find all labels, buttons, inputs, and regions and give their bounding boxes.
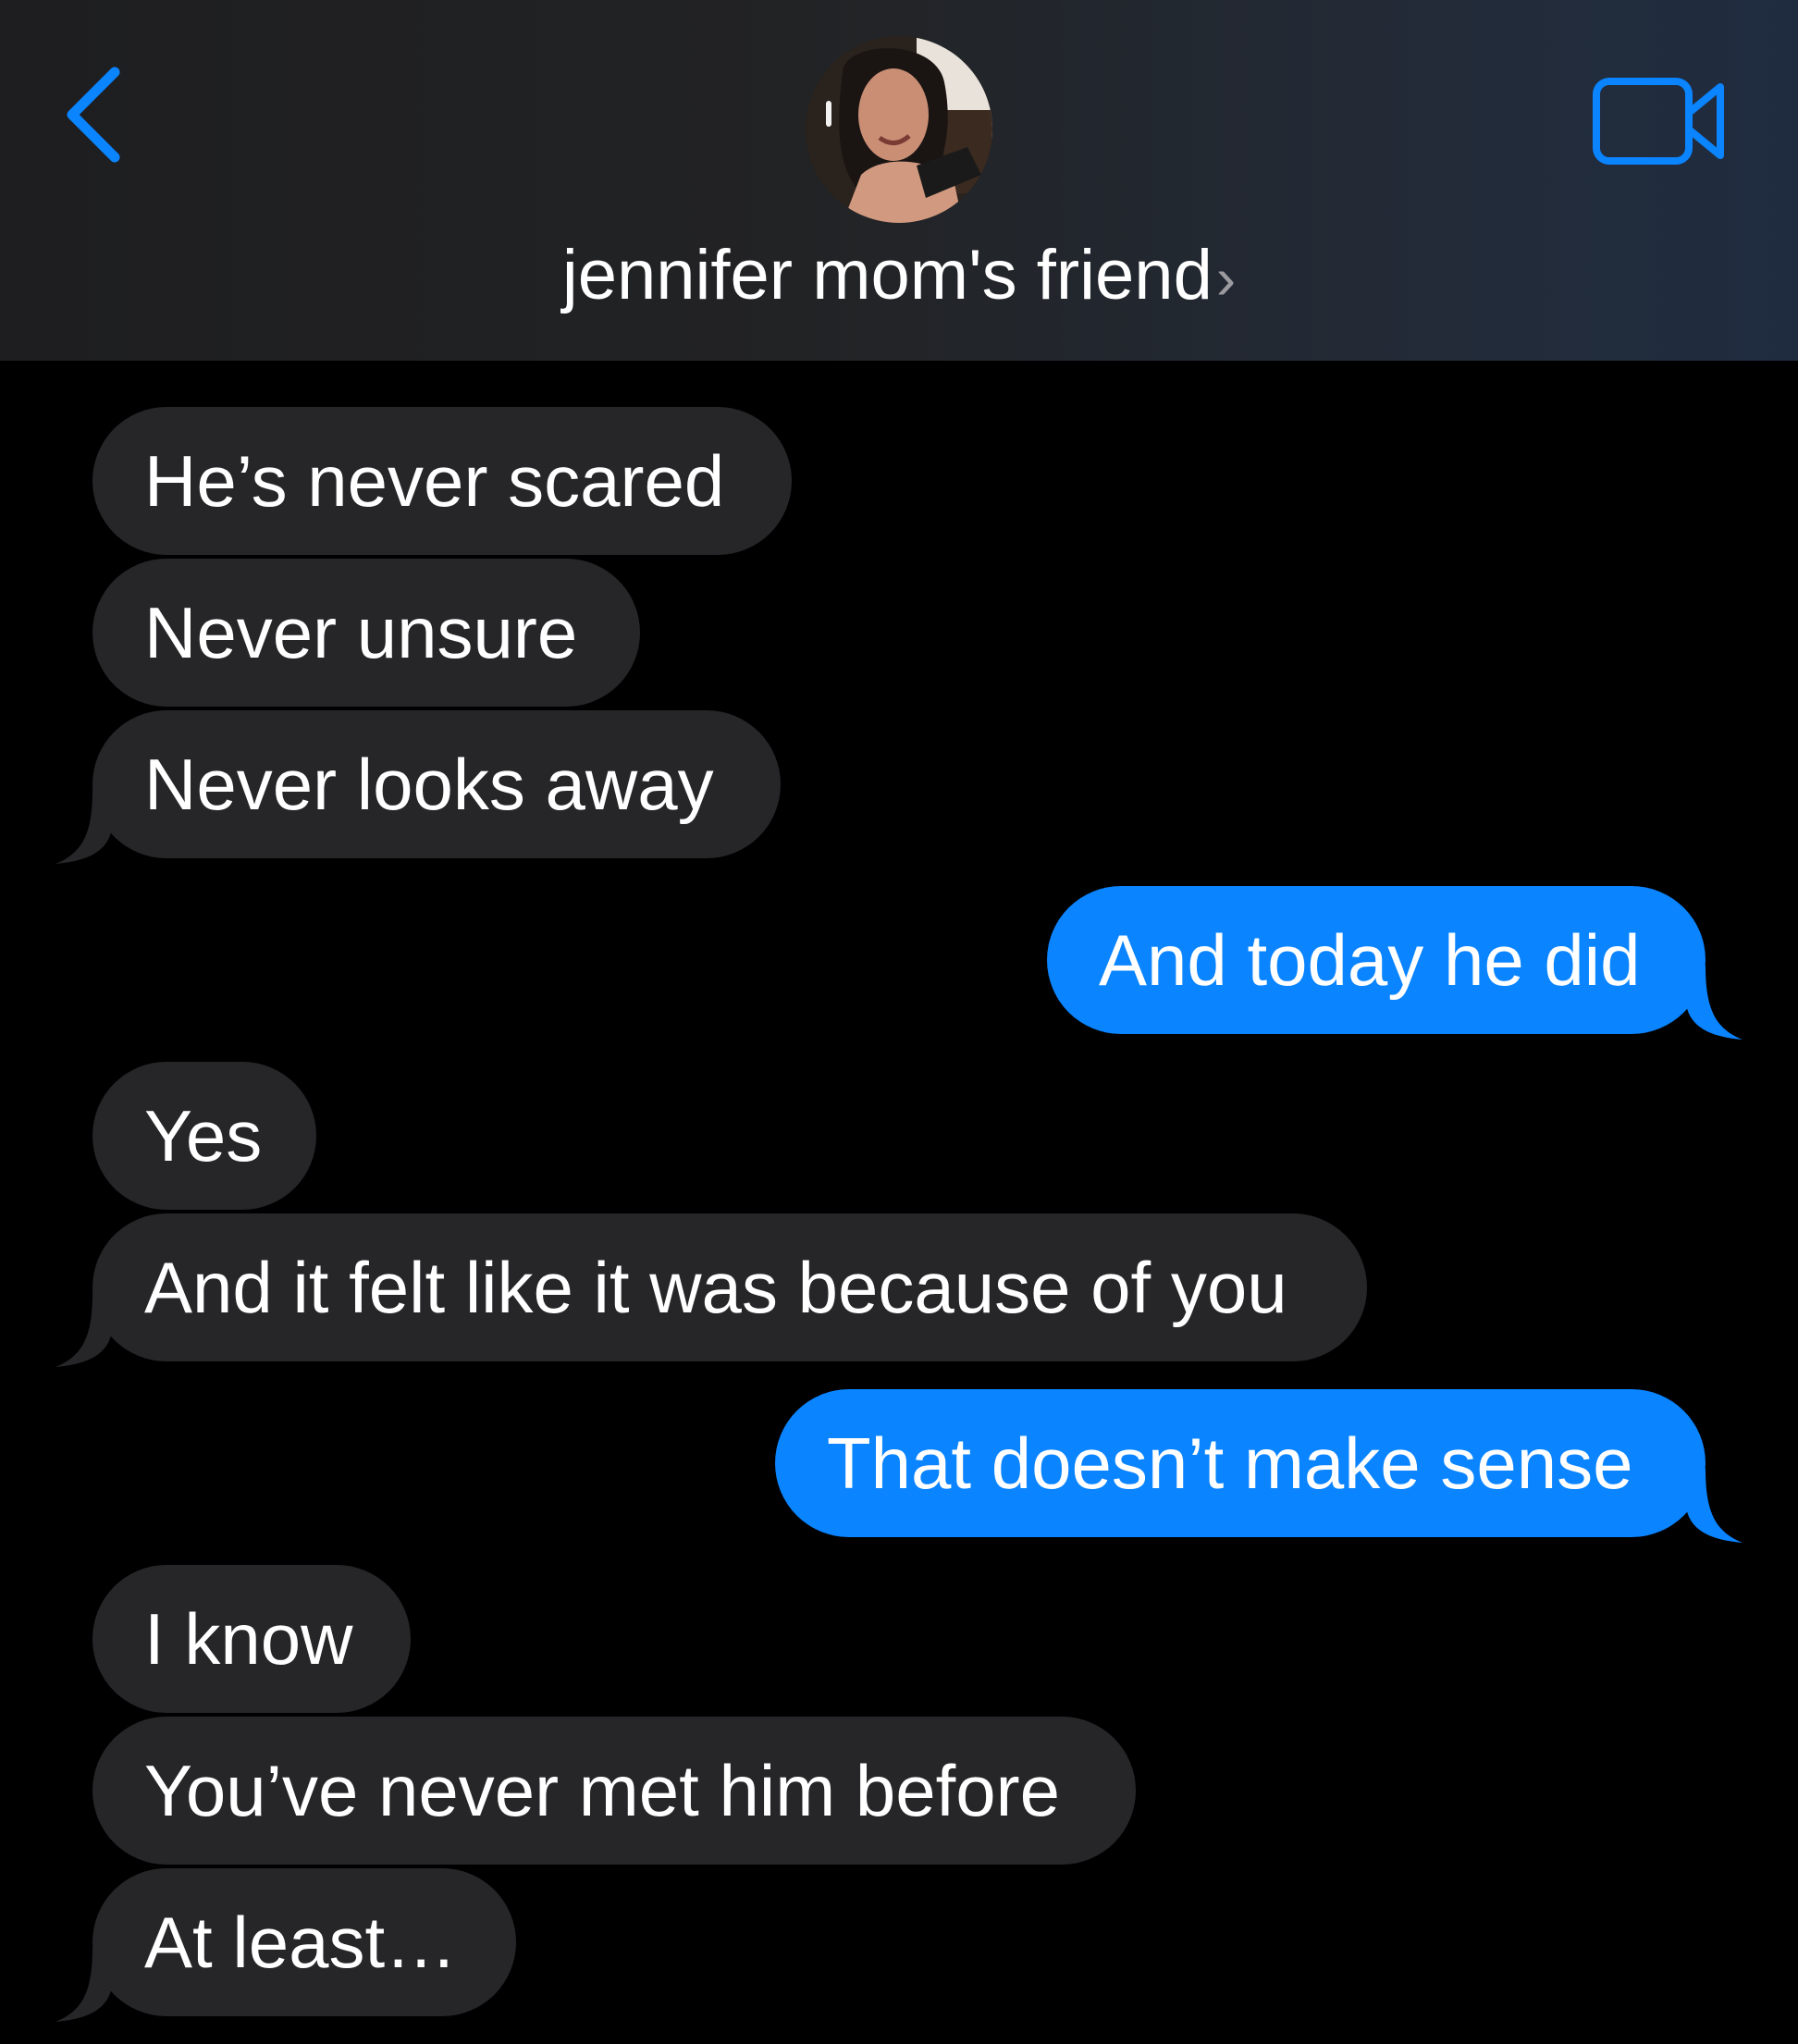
bubble-tail <box>1685 1469 1743 1543</box>
bubble-tail <box>1685 966 1743 1040</box>
chevron-right-icon: › <box>1215 245 1237 312</box>
avatar-photo <box>806 36 992 223</box>
message-bubble-incoming[interactable]: You’ve never met him before <box>92 1717 1136 1865</box>
message-text: He’s never scared <box>144 440 725 522</box>
message-text: Never looks away <box>144 744 714 825</box>
back-button[interactable] <box>55 59 139 170</box>
chevron-left-icon <box>67 67 120 163</box>
message-bubble-incoming[interactable]: Yes <box>92 1062 316 1210</box>
message-text: At least… <box>144 1902 458 1983</box>
message-bubble-incoming[interactable]: Never looks away <box>55 710 781 864</box>
message-text: You’ve never met him before <box>144 1750 1061 1831</box>
message-bubble-incoming[interactable]: I know <box>92 1565 411 1713</box>
message-bubble-incoming[interactable]: And it felt like it was because of you <box>55 1213 1367 1367</box>
message-bubble-incoming[interactable]: At least… <box>55 1868 516 2022</box>
conversation-header: jennifer mom's friend› <box>0 0 1798 361</box>
message-text: And today he did <box>1099 919 1641 1001</box>
message-text: Yes <box>144 1095 263 1176</box>
message-bubble-outgoing[interactable]: And today he did <box>1047 886 1743 1040</box>
message-bubble-incoming[interactable]: He’s never scared <box>92 407 792 555</box>
message-text: Never unsure <box>144 592 578 673</box>
message-bubble-incoming[interactable]: Never unsure <box>92 559 640 707</box>
contact-name-button[interactable]: jennifer mom's friend› <box>0 231 1798 323</box>
message-text: That doesn’t make sense <box>827 1422 1633 1504</box>
video-call-button[interactable] <box>1591 76 1730 166</box>
message-text: And it felt like it was because of you <box>144 1247 1287 1328</box>
video-camera-icon <box>1593 78 1724 165</box>
message-bubble-outgoing[interactable]: That doesn’t make sense <box>775 1389 1743 1543</box>
contact-name: jennifer mom's friend <box>561 236 1213 314</box>
message-text: I know <box>144 1598 353 1680</box>
bubble-tail <box>55 790 113 864</box>
bubble-tail <box>55 1293 113 1367</box>
contact-avatar[interactable] <box>806 36 992 223</box>
bubble-tail <box>55 1948 113 2022</box>
